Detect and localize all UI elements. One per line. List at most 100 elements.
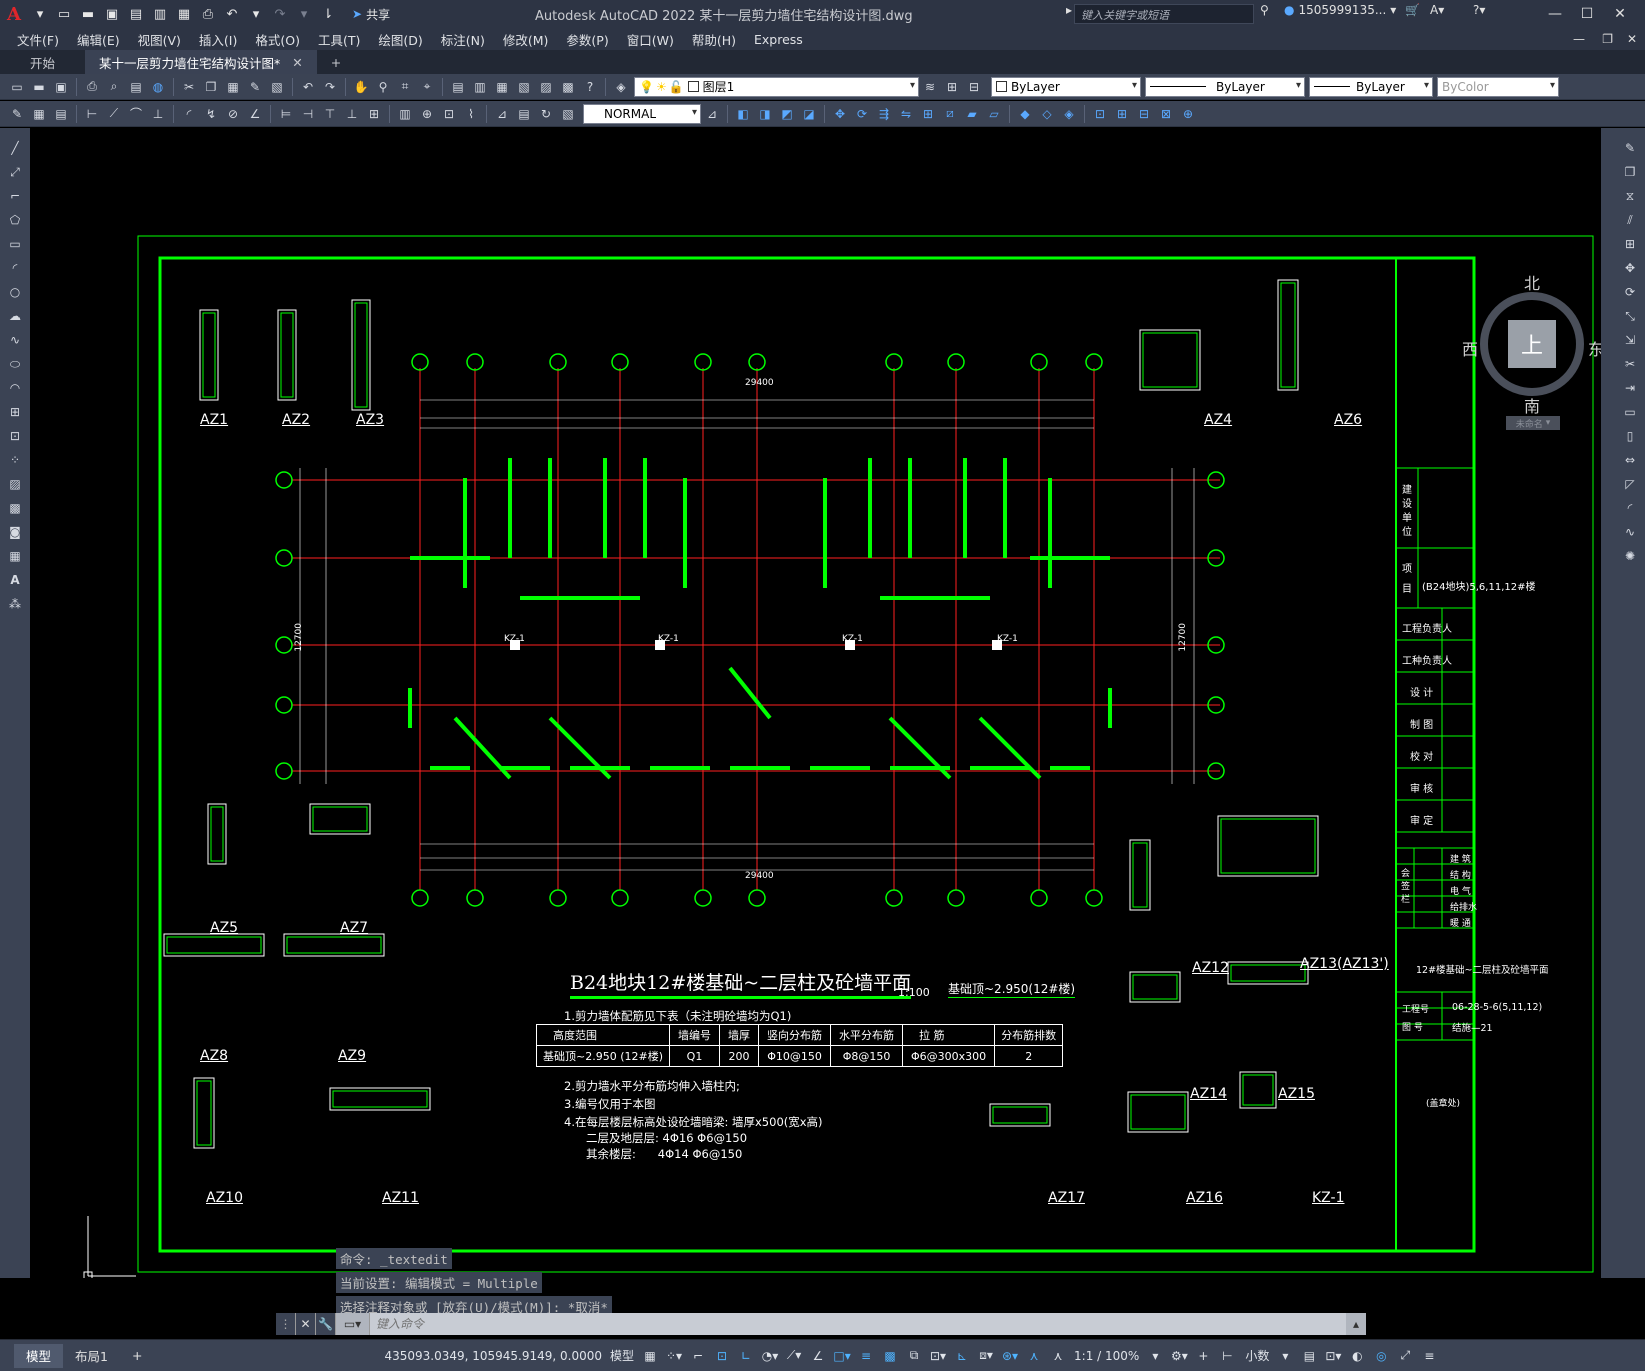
dim-text-edit-icon[interactable]: ▤ [514, 104, 534, 124]
vertical-scrollbar[interactable] [1601, 128, 1615, 1278]
hatch-icon[interactable]: ▨ [5, 474, 25, 494]
ellipse-icon[interactable]: ⬭ [5, 354, 25, 374]
zoom-previous-icon[interactable]: ⌖ [417, 77, 437, 97]
annotation-scale[interactable]: 1:1 / 100% [1074, 1349, 1139, 1363]
edit-icon[interactable]: ✎ [7, 104, 27, 124]
make-current-layer-icon[interactable]: ≋ [920, 77, 940, 97]
clean-icon[interactable]: ▤ [51, 104, 71, 124]
workspace-gear-icon[interactable]: ⚙▾ [1169, 1346, 1189, 1366]
render-icon[interactable]: ◇ [1037, 104, 1057, 124]
break-icon[interactable]: ▯ [1620, 426, 1640, 446]
lineweight-dropdown[interactable]: ByLayer ▾ [1309, 76, 1433, 97]
construction-line-icon[interactable]: ⤢ [5, 162, 25, 182]
command-input[interactable] [370, 1315, 1346, 1333]
layer-state-icon[interactable]: ⊟ [964, 77, 984, 97]
3d-wedge-icon[interactable]: ◨ [755, 104, 775, 124]
customize-icon[interactable]: 🔧 [316, 1313, 336, 1335]
plot-icon[interactable]: ⎙ [197, 3, 219, 25]
move-icon[interactable]: ✥ [1620, 258, 1640, 278]
paste-icon[interactable]: ▦ [223, 77, 243, 97]
ordinate-dim-icon[interactable]: ⊥ [148, 104, 168, 124]
ucs-object-icon[interactable]: ⊕ [1178, 104, 1198, 124]
3d-align-icon[interactable]: ⇶ [874, 104, 894, 124]
copy-icon[interactable]: ❐ [201, 77, 221, 97]
isolate-objects-icon[interactable]: ◐ [1347, 1346, 1367, 1366]
3d-array-icon[interactable]: ⊞ [918, 104, 938, 124]
purge-icon[interactable]: ▦ [29, 104, 49, 124]
erase-icon[interactable]: ✎ [1620, 138, 1640, 158]
save-to-web-icon[interactable]: ▦ [173, 3, 195, 25]
3d-subtract-icon[interactable]: ◪ [799, 104, 819, 124]
redo-dropdown-icon[interactable]: ▾ [293, 3, 315, 25]
dim-style-manager-icon[interactable]: ⊿ [702, 104, 722, 124]
visual-style-icon[interactable]: ◆ [1015, 104, 1035, 124]
tab-layout1[interactable]: 布局1 [63, 1344, 120, 1368]
chevron-down-icon[interactable]: ▾ [1145, 1346, 1165, 1366]
add-selected-icon[interactable]: ⁂ [5, 594, 25, 614]
dim-break-icon[interactable]: ⊞ [364, 104, 384, 124]
line-icon[interactable]: ╱ [5, 138, 25, 158]
polyline-icon[interactable]: ⌐ [5, 186, 25, 206]
linear-dim-icon[interactable]: ⊢ [82, 104, 102, 124]
clean-screen-icon[interactable]: ⤢ [1395, 1346, 1415, 1366]
selection-cycling-icon[interactable]: ⧉ [904, 1346, 924, 1366]
insert-block-icon[interactable]: ⊞ [5, 402, 25, 422]
menu-window[interactable]: 窗口(W) [618, 30, 683, 49]
linetype-dropdown[interactable]: ByLayer ▾ [1145, 76, 1305, 97]
explode-icon[interactable]: ✺ [1620, 546, 1640, 566]
extend-icon[interactable]: ⇥ [1620, 378, 1640, 398]
coordinates[interactable]: 435093.0349, 105945.9149, 0.0000 [384, 1349, 602, 1363]
rotate-icon[interactable]: ⟳ [1620, 282, 1640, 302]
3d-move-icon[interactable]: ✥ [830, 104, 850, 124]
jogged-linear-icon[interactable]: ⌇ [461, 104, 481, 124]
menu-edit[interactable]: 编辑(E) [68, 30, 129, 49]
wcs-menu[interactable]: 未命名 ▾ [1506, 416, 1560, 430]
trim-icon[interactable]: ✂ [1620, 354, 1640, 374]
compass-north[interactable]: 北 [1524, 270, 1540, 294]
maximize-button[interactable]: ☐ [1572, 0, 1602, 28]
transparency-icon[interactable]: ▩ [880, 1346, 900, 1366]
3d-union-icon[interactable]: ◩ [777, 104, 797, 124]
search-icon[interactable]: ⚲ [1260, 3, 1269, 17]
isodraft-icon[interactable]: ⟋▾ [784, 1346, 804, 1366]
help-icon[interactable]: ?▾ [1473, 3, 1485, 17]
compass-east[interactable]: 东 [1588, 336, 1601, 360]
thicken-icon[interactable]: ▰ [962, 104, 982, 124]
new-file-icon[interactable]: ▭ [53, 3, 75, 25]
spline-icon[interactable]: ∿ [5, 330, 25, 350]
recent-commands-icon[interactable]: ▭▾ [336, 1313, 370, 1335]
search-input[interactable]: 键入关键字或短语 [1074, 4, 1254, 24]
menu-help[interactable]: 帮助(H) [683, 30, 745, 49]
customize-qat-icon[interactable]: ⇂ [317, 3, 339, 25]
plotstyle-dropdown[interactable]: ByColor ▾ [1437, 76, 1559, 97]
close-tab-icon[interactable]: ✕ [292, 55, 302, 70]
infer-constraints-icon[interactable]: ⌐ [688, 1346, 708, 1366]
menu-dropdown-icon[interactable]: ▾ [29, 3, 51, 25]
dynamic-ucs-icon[interactable]: ⊾ [952, 1346, 972, 1366]
layer-previous-icon[interactable]: ⊞ [942, 77, 962, 97]
fillet-icon[interactable]: ◜ [1620, 498, 1640, 518]
calculator-icon[interactable]: ▩ [558, 77, 578, 97]
object-snap-tracking-icon[interactable]: ∠ [808, 1346, 828, 1366]
offset-icon[interactable]: ⫽ [1620, 210, 1640, 230]
compass-south[interactable]: 南 [1524, 393, 1540, 417]
tab-drawing[interactable]: 某十一层剪力墙住宅结构设计图* ✕ [85, 50, 317, 74]
snap-icon[interactable]: ⁘▾ [664, 1346, 684, 1366]
menu-format[interactable]: 格式(O) [246, 30, 309, 49]
quick-dim-icon[interactable]: ⊨ [276, 104, 296, 124]
doc-close-button[interactable]: ✕ [1627, 32, 1637, 46]
ucs-face-icon[interactable]: ⊠ [1156, 104, 1176, 124]
new-tab-button[interactable]: + [317, 50, 355, 74]
jogged-dim-icon[interactable]: ↯ [201, 104, 221, 124]
multiline-text-icon[interactable]: A [5, 570, 25, 590]
ortho-icon[interactable]: ∟ [736, 1346, 756, 1366]
quick-properties-icon[interactable]: ▤ [1299, 1346, 1319, 1366]
dim-update-icon[interactable]: ↻ [536, 104, 556, 124]
chevron-up-icon[interactable]: ▴ [1346, 1313, 1366, 1335]
slice-icon[interactable]: ⧄ [940, 104, 960, 124]
stretch-icon[interactable]: ⇲ [1620, 330, 1640, 350]
lock-ui-icon[interactable]: ⊡▾ [1323, 1346, 1343, 1366]
3d-mirror-icon[interactable]: ⇋ [896, 104, 916, 124]
join-icon[interactable]: ⇔ [1620, 450, 1640, 470]
model-space-toggle[interactable]: 模型 [610, 1347, 634, 1364]
